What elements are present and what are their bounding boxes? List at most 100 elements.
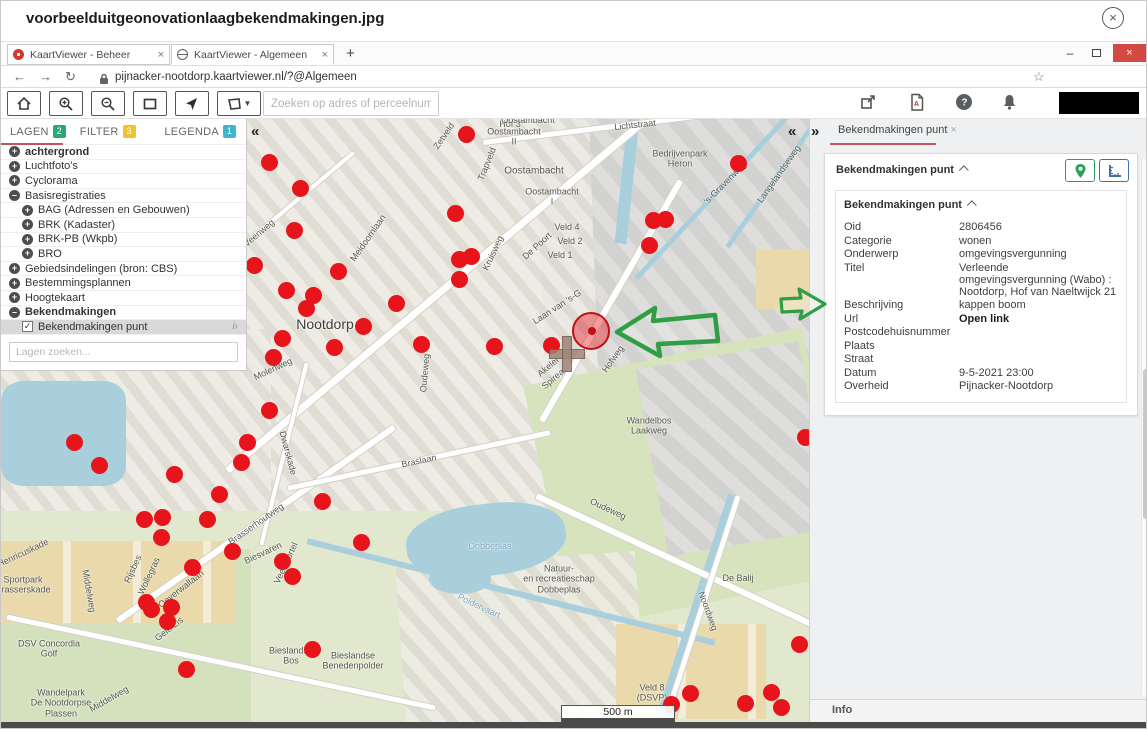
layer-checkbox[interactable]: ✓ [22, 321, 33, 332]
bekendmaking-dot[interactable] [184, 559, 201, 576]
bekendmaking-dot[interactable] [641, 237, 658, 254]
bekendmaking-dot[interactable] [773, 699, 790, 716]
layer-minus-icon[interactable]: – [9, 307, 20, 318]
layer-row[interactable]: +BAG (Adressen en Gebouwen) [1, 203, 246, 218]
browser-tab[interactable]: KaartViewer - Beheer× [7, 44, 170, 65]
bekendmaking-dot[interactable] [355, 318, 372, 335]
layer-row[interactable]: +BRO [1, 247, 246, 262]
help-icon[interactable]: ? [955, 93, 973, 116]
locate-button[interactable] [175, 91, 209, 116]
layer-minus-icon[interactable]: – [9, 190, 20, 201]
forward-icon[interactable]: → [39, 69, 52, 84]
scrollbar-thumb[interactable] [1143, 369, 1147, 519]
home-button[interactable] [7, 91, 41, 116]
bekendmaking-dot[interactable] [224, 543, 241, 560]
panel-collapse-right-button[interactable]: » [811, 123, 819, 140]
layer-plus-icon[interactable]: + [22, 234, 33, 245]
bekendmaking-dot[interactable] [682, 685, 699, 702]
layer-plus-icon[interactable]: + [22, 219, 33, 230]
bekendmaking-dot[interactable] [154, 509, 171, 526]
window-close-button[interactable]: × [1113, 44, 1146, 62]
bekendmaking-dot[interactable] [486, 338, 503, 355]
sidebar-collapse-button[interactable]: « [251, 123, 259, 140]
measure-button[interactable] [1099, 159, 1129, 182]
field-value-link[interactable]: Open link [959, 313, 1118, 325]
layer-search-input[interactable] [9, 342, 238, 362]
bekendmaking-dot[interactable] [239, 434, 256, 451]
pdf-export-icon[interactable]: A [909, 93, 925, 117]
bekendmaking-dot[interactable] [791, 636, 808, 653]
bekendmaking-dot[interactable] [66, 434, 83, 451]
bekendmaking-dot[interactable] [265, 349, 282, 366]
layer-plus-icon[interactable]: + [9, 263, 20, 274]
tab-close-icon[interactable]: × [318, 49, 328, 61]
bekendmaking-dot[interactable] [314, 493, 331, 510]
zoom-out-button[interactable] [91, 91, 125, 116]
layer-row[interactable]: +Hoogtekaart [1, 291, 246, 306]
bekendmaking-dot[interactable] [278, 282, 295, 299]
bekendmaking-dot[interactable] [730, 155, 747, 172]
bekendmaking-dot[interactable] [451, 271, 468, 288]
browser-tab[interactable]: KaartViewer - Algemeen× [171, 44, 334, 65]
bekendmaking-dot[interactable] [143, 601, 160, 618]
extent-button[interactable] [133, 91, 167, 116]
layer-plus-icon[interactable]: + [9, 175, 20, 186]
feature-attributes-title[interactable]: Bekendmakingen punt [844, 199, 1118, 211]
bekendmaking-dot[interactable] [737, 695, 754, 712]
layer-row[interactable]: –Bekendmakingen [1, 306, 246, 321]
bekendmaking-dot[interactable] [292, 180, 309, 197]
bekendmaking-dot[interactable] [326, 339, 343, 356]
bookmark-star-icon[interactable]: ☆ [1033, 69, 1045, 85]
layer-row[interactable]: ✓Bekendmakingen punti› [1, 320, 246, 335]
layer-row[interactable]: +BRK-PB (Wkpb) [1, 233, 246, 248]
share-icon[interactable] [859, 93, 877, 116]
bekendmaking-dot[interactable] [178, 661, 195, 678]
bekendmaking-dot[interactable] [388, 295, 405, 312]
layer-options-icon[interactable]: i› [232, 321, 246, 332]
layer-plus-icon[interactable]: + [9, 146, 20, 157]
bekendmaking-dot[interactable] [463, 248, 480, 265]
bekendmaking-dot[interactable] [136, 511, 153, 528]
bekendmaking-dot[interactable] [261, 154, 278, 171]
sidebar-tab-lagen[interactable]: LAGEN2 [10, 125, 66, 138]
bekendmaking-dot[interactable] [458, 126, 475, 143]
notifications-bell-icon[interactable] [1001, 93, 1018, 116]
bekendmaking-dot[interactable] [286, 222, 303, 239]
bekendmaking-dot[interactable] [153, 529, 170, 546]
layer-plus-icon[interactable]: + [22, 205, 33, 216]
bekendmaking-dot[interactable] [261, 402, 278, 419]
layer-plus-icon[interactable]: + [9, 161, 20, 172]
panel-collapse-left-button[interactable]: « [788, 123, 796, 140]
panel-tab-close-icon[interactable]: × [950, 124, 956, 136]
panel-tab-bekendmakingen-punt[interactable]: Bekendmakingen punt× [838, 124, 957, 136]
bekendmaking-dot[interactable] [199, 511, 216, 528]
bekendmaking-dot[interactable] [304, 641, 321, 658]
bekendmaking-dot[interactable] [447, 205, 464, 222]
layer-row[interactable]: +Cyclorama [1, 174, 246, 189]
bekendmaking-dot[interactable] [246, 257, 263, 274]
bekendmaking-dot[interactable] [763, 684, 780, 701]
bekendmaking-dot[interactable] [298, 300, 315, 317]
bekendmaking-dot[interactable] [166, 466, 183, 483]
layer-row[interactable]: +achtergrond [1, 145, 246, 160]
close-icon[interactable]: × [1102, 7, 1124, 29]
feature-card-header[interactable]: Bekendmakingen punt [825, 154, 1137, 188]
bekendmaking-dot[interactable] [284, 568, 301, 585]
bekendmaking-dot[interactable] [330, 263, 347, 280]
address-search-input[interactable] [263, 91, 439, 116]
layer-row[interactable]: +Luchtfoto's [1, 160, 246, 175]
bekendmaking-dot[interactable] [413, 336, 430, 353]
back-icon[interactable]: ← [13, 69, 26, 84]
info-section-header[interactable]: Info [810, 699, 1147, 721]
bekendmaking-dot[interactable] [233, 454, 250, 471]
zoom-in-button[interactable] [49, 91, 83, 116]
layer-row[interactable]: –Basisregistraties [1, 189, 246, 204]
minimize-button[interactable]: – [1057, 46, 1083, 60]
zoom-to-feature-button[interactable] [1065, 159, 1095, 182]
bekendmaking-dot[interactable] [353, 534, 370, 551]
bekendmaking-dot[interactable] [797, 429, 809, 446]
select-shape-button[interactable]: ▼ [217, 91, 261, 116]
layer-plus-icon[interactable]: + [9, 278, 20, 289]
refresh-icon[interactable]: ↻ [65, 69, 76, 85]
layer-plus-icon[interactable]: + [22, 248, 33, 259]
